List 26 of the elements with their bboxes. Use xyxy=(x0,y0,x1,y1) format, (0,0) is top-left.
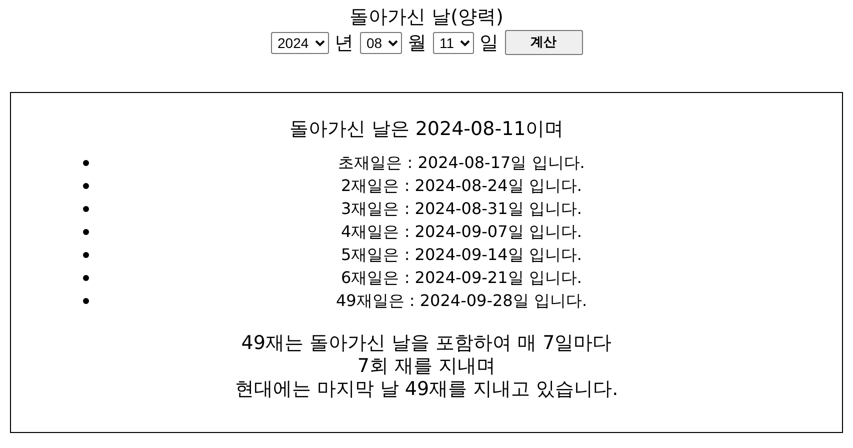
form-title: 돌아가신 날(양력) xyxy=(350,6,504,28)
bullet-icon xyxy=(83,183,89,189)
memorial-date-item: 3재일은 : 2024-08-31일 입니다. xyxy=(340,198,582,218)
bullet-icon xyxy=(83,252,89,258)
date-select[interactable]: 11 xyxy=(432,32,474,54)
bullet-icon xyxy=(83,229,89,235)
memorial-date-item: 5재일은 : 2024-09-14일 입니다. xyxy=(340,244,582,264)
unit-label: 일 xyxy=(480,32,498,54)
result-heading: 돌아가신 날은 2024-08-11이며 xyxy=(289,117,564,141)
memorial-date-item: 초재일은 : 2024-08-17일 입니다. xyxy=(337,152,585,172)
memorial-date-item: 4재일은 : 2024-09-07일 입니다. xyxy=(340,222,582,242)
bullet-icon xyxy=(83,160,89,166)
date-select[interactable]: 2024 xyxy=(270,32,328,54)
memorial-date-item: 2재일은 : 2024-08-24일 입니다. xyxy=(340,176,582,196)
bullet-icon xyxy=(83,298,89,304)
calculate-button[interactable]: 계산 xyxy=(504,30,582,55)
date-select[interactable]: 08 xyxy=(360,32,402,54)
memorial-date-item: 49재일은 : 2024-09-28일 입니다. xyxy=(334,290,588,310)
memorial-date-item: 6재일은 : 2024-09-21일 입니다. xyxy=(340,268,582,288)
note-line: 49재는 돌아가신 날을 포함하여 매 7일마다 xyxy=(241,332,612,355)
bullet-icon xyxy=(83,275,89,281)
bullet-icon xyxy=(83,206,89,212)
unit-label: 월 xyxy=(408,32,426,54)
note-line: 7회 재를 지내며 xyxy=(357,355,496,378)
note-line: 현대에는 마지막 날 49재를 지내고 있습니다. xyxy=(234,378,618,401)
unit-label: 년 xyxy=(334,32,354,54)
